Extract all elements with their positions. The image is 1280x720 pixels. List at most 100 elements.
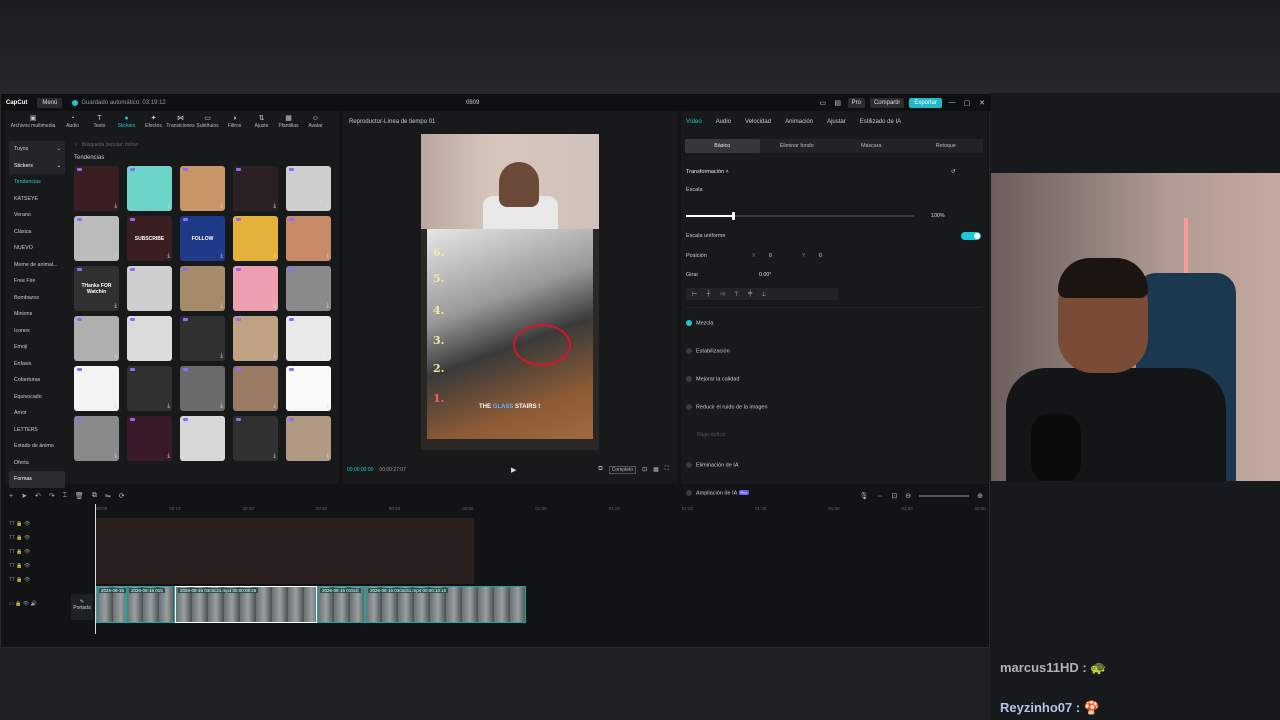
video-clip[interactable]: 2026-08-15 015 <box>126 586 175 623</box>
sticker-item[interactable]: ⤓ <box>74 216 119 261</box>
reset-icon[interactable]: ↺ <box>951 169 955 175</box>
download-icon[interactable]: ⤓ <box>167 303 170 310</box>
download-icon[interactable]: ⤓ <box>273 353 276 360</box>
play-icon[interactable]: ▶ <box>511 466 516 474</box>
download-icon[interactable]: ⤓ <box>273 403 276 410</box>
close-icon[interactable]: ✕ <box>977 99 987 107</box>
sticker-item[interactable]: FOLLOW ⤓ <box>180 216 225 261</box>
download-icon[interactable]: ⤓ <box>114 253 117 260</box>
category-item[interactable]: Oferta <box>9 455 65 472</box>
category-item[interactable]: Tendencias <box>9 174 65 191</box>
category-item[interactable]: Amor <box>9 405 65 422</box>
cover-button[interactable]: ✎ Portada <box>71 594 93 620</box>
uniform-scale-toggle[interactable] <box>961 232 981 240</box>
tab-effects[interactable]: ✦ Efectos <box>140 111 167 133</box>
align-right-icon[interactable]: ⊣ <box>720 291 725 298</box>
stabilize-section[interactable]: Estabilización <box>686 348 730 354</box>
scale-value[interactable]: 100% <box>931 213 945 219</box>
sticker-item[interactable]: ⤓ <box>233 366 278 411</box>
align-top-icon[interactable]: ⊤ <box>734 291 739 298</box>
tab-avatar[interactable]: ☺ Avatar <box>302 111 329 133</box>
subtab-remove-bg[interactable]: Eliminar fondo <box>760 139 835 153</box>
sticker-item[interactable]: ⤓ <box>286 216 331 261</box>
redo-icon[interactable]: ↷ <box>49 492 55 500</box>
blend-checkbox[interactable] <box>686 320 692 326</box>
rotate-input[interactable]: 0.00° <box>759 272 771 278</box>
download-icon[interactable]: ⤓ <box>220 403 223 410</box>
category-item[interactable]: Estado de ánimo <box>9 438 65 455</box>
main-track-header[interactable]: ▭ 🔒 👁 🔊 <box>9 601 37 607</box>
download-icon[interactable]: ⤓ <box>220 253 223 260</box>
download-icon[interactable]: ⤓ <box>114 453 117 460</box>
shortcuts-icon[interactable]: ▤ <box>833 99 843 107</box>
download-icon[interactable]: ⤓ <box>167 453 170 460</box>
category-item[interactable]: Clásica <box>9 224 65 241</box>
sticker-item[interactable]: ⤓ <box>233 266 278 311</box>
category-item[interactable]: Bombazos <box>9 290 65 307</box>
tab-fit[interactable]: Ajustar <box>827 119 846 131</box>
position-x-input[interactable]: 0 <box>769 253 772 259</box>
download-icon[interactable]: ⤓ <box>220 453 223 460</box>
download-icon[interactable]: ⤓ <box>326 403 329 410</box>
fullscreen-icon[interactable]: ⛶ <box>665 466 669 474</box>
track-header[interactable]: TT 🔒 👁 <box>9 549 30 555</box>
download-icon[interactable]: ⤓ <box>167 403 170 410</box>
track-header[interactable]: TT 🔒 👁 <box>9 577 30 583</box>
zoom-icon[interactable]: ⊡ <box>642 466 647 474</box>
export-button[interactable]: Exportar <box>909 97 942 108</box>
sticker-item[interactable]: ⤓ <box>127 366 172 411</box>
download-icon[interactable]: ⤓ <box>273 453 276 460</box>
sticker-item[interactable]: ⤓ <box>180 266 225 311</box>
download-icon[interactable]: ⤓ <box>114 303 117 310</box>
download-icon[interactable]: ⤓ <box>220 353 223 360</box>
mirror-icon[interactable]: ⇋ <box>105 492 111 500</box>
download-icon[interactable]: ⤓ <box>273 203 276 210</box>
download-icon[interactable]: ⤓ <box>220 303 223 310</box>
link-icon[interactable]: ⇔ <box>876 493 883 500</box>
download-icon[interactable]: ⤓ <box>220 203 223 210</box>
video-clip[interactable]: 2026-08-15 <box>96 586 127 623</box>
align-center-icon[interactable]: ┼ <box>706 291 710 297</box>
download-icon[interactable]: ⤓ <box>326 453 329 460</box>
category-item[interactable]: NUEVO <box>9 240 65 257</box>
category-item[interactable]: LETTERS <box>9 422 65 439</box>
tab-animation[interactable]: Animación <box>785 119 813 131</box>
tab-media[interactable]: ▣ Archivos multimedia <box>7 111 59 133</box>
category-item[interactable]: Iconos <box>9 323 65 340</box>
subtab-mask[interactable]: Máscara <box>834 139 909 153</box>
delete-icon[interactable]: 🗑 <box>75 492 84 500</box>
category-item[interactable]: Verano <box>9 207 65 224</box>
tab-audio[interactable]: ◔ Audio <box>59 111 86 133</box>
tab-stickers[interactable]: ● Stickers <box>113 111 140 133</box>
add-track-icon[interactable]: + <box>9 493 13 500</box>
ai-remove-section[interactable]: Eliminación de IA <box>686 462 739 468</box>
download-icon[interactable]: ⤓ <box>273 253 276 260</box>
category-item[interactable]: Meme de animal... <box>9 257 65 274</box>
category-item[interactable]: Equivocado <box>9 389 65 406</box>
subtab-retouch[interactable]: Retoque <box>909 139 984 153</box>
position-y-input[interactable]: 0 <box>819 253 822 259</box>
split-icon[interactable]: ⌶ <box>63 492 67 500</box>
subtab-basic[interactable]: Básico <box>685 139 760 153</box>
download-icon[interactable]: ⤓ <box>114 353 117 360</box>
sticker-item[interactable]: ⤓ <box>127 316 172 361</box>
video-clip[interactable]: 2026-08-15 015c0 <box>317 586 365 623</box>
sticker-search-input[interactable]: ⌕ Búsqueda popular: follow <box>71 139 329 150</box>
category-tuyos[interactable]: Tuyos ⌄ <box>9 141 65 158</box>
undo-icon[interactable]: ↶ <box>35 492 41 500</box>
layout-icon[interactable]: ▭ <box>818 99 828 107</box>
track-header[interactable]: TT 🔒 👁 <box>9 563 30 569</box>
preview-axis-icon[interactable]: ⊡ <box>891 492 897 500</box>
category-item[interactable]: Formas <box>9 471 65 488</box>
video-clip[interactable]: 2026-08-16 03c5c51.mp4 00:00:10:10 <box>365 586 526 623</box>
sticker-item[interactable]: ⤓ <box>233 216 278 261</box>
download-icon[interactable]: ⤓ <box>326 203 329 210</box>
rotate-tool-icon[interactable]: ⟳ <box>119 492 125 500</box>
minimize-icon[interactable]: — <box>947 99 957 106</box>
category-item[interactable]: Emoji <box>9 339 65 356</box>
download-icon[interactable]: ⤓ <box>167 353 170 360</box>
sticker-item[interactable]: ⤓ <box>180 416 225 461</box>
share-button[interactable]: Compartir <box>869 97 905 108</box>
menu-button[interactable]: Menú <box>37 97 63 108</box>
tab-video[interactable]: Vídeo <box>686 119 702 131</box>
